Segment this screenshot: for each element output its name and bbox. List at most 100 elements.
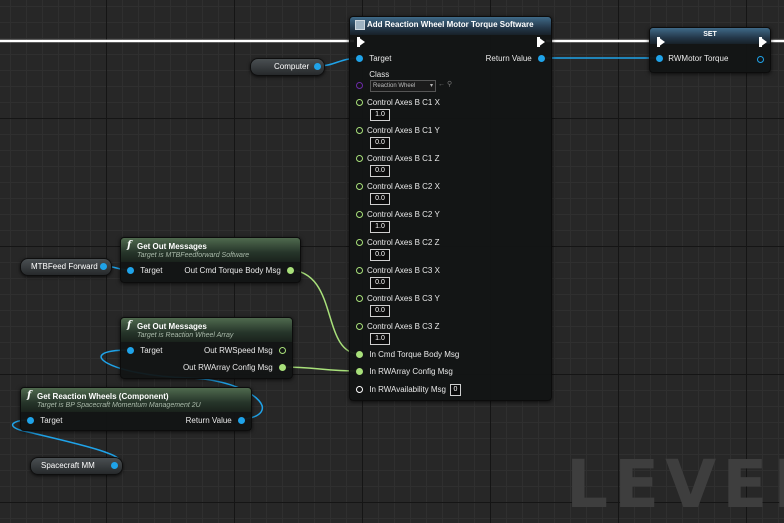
function-f-icon: f bbox=[27, 390, 32, 401]
control-axes-pin-row[interactable]: Control Axes B C3 Y bbox=[356, 293, 440, 305]
control-axes-pin[interactable] bbox=[356, 211, 363, 219]
exec-out-pin[interactable] bbox=[537, 37, 545, 47]
get-out-1-header[interactable]: f Get Out Messages Target is MTBFeedforw… bbox=[121, 238, 300, 262]
control-axes-value-input[interactable]: 1.0 bbox=[370, 333, 390, 345]
return-value-label: Return Value bbox=[485, 54, 532, 63]
set-rwmotor-torque-node[interactable]: SET RWMotor Torque bbox=[649, 27, 771, 73]
main-node-title: Add Reaction Wheel Motor Torque Software bbox=[367, 20, 534, 29]
control-axes-pin[interactable] bbox=[356, 295, 363, 303]
get-rw-target-label: Target bbox=[40, 416, 63, 425]
control-axes-pin-row[interactable]: Control Axes B C2 Z bbox=[356, 237, 439, 249]
control-axes-pin-row[interactable]: Control Axes B C3 Z bbox=[356, 321, 439, 333]
control-axes-label: Control Axes B C2 X bbox=[367, 182, 440, 191]
control-axes-pin-row[interactable]: Control Axes B C2 X bbox=[356, 181, 440, 193]
control-axes-pin-row[interactable]: Control Axes B C1 X bbox=[356, 97, 440, 109]
in-rwavailability-pin[interactable] bbox=[356, 386, 363, 394]
get-out-2-subtitle: Target is Reaction Wheel Array bbox=[137, 332, 234, 339]
in-rwarray-label: In RWArray Config Msg bbox=[369, 367, 453, 376]
target-label: Target bbox=[369, 54, 392, 63]
control-axes-value-input[interactable]: 0.0 bbox=[370, 249, 390, 261]
control-axes-pin[interactable] bbox=[356, 239, 363, 247]
set-exec-out-pin[interactable] bbox=[759, 37, 767, 47]
get-out-2-target-pin[interactable] bbox=[127, 347, 134, 355]
computer-out-pin[interactable] bbox=[314, 63, 321, 70]
control-axes-pin[interactable] bbox=[356, 183, 363, 191]
exec-in-pin[interactable] bbox=[357, 37, 365, 47]
control-axes-pin[interactable] bbox=[356, 155, 363, 163]
control-axes-label: Control Axes B C3 Z bbox=[367, 322, 440, 331]
return-value-pin[interactable] bbox=[538, 55, 545, 63]
get-out-2-config-pin[interactable] bbox=[279, 364, 286, 372]
mtbfeed-forward-variable-node[interactable]: MTBFeed Forward bbox=[20, 258, 112, 276]
computer-variable-node[interactable]: Computer bbox=[250, 58, 325, 76]
in-rwarray-pin-row[interactable]: In RWArray Config Msg bbox=[356, 366, 453, 378]
control-axes-pin[interactable] bbox=[356, 127, 363, 135]
get-out-1-target-label: Target bbox=[140, 266, 163, 275]
get-out-2-target-row[interactable]: Target bbox=[127, 345, 162, 357]
class-dropdown[interactable]: Reaction Wheel ▾ bbox=[370, 80, 436, 92]
browse-icons[interactable]: ← ⚲ bbox=[438, 80, 452, 88]
control-axes-pin[interactable] bbox=[356, 99, 363, 107]
return-value-pin-row[interactable]: Return Value bbox=[486, 53, 545, 65]
control-axes-value-input[interactable]: 1.0 bbox=[370, 221, 390, 233]
control-axes-label: Control Axes B C3 Y bbox=[367, 294, 440, 303]
in-cmd-torque-pin-row[interactable]: In Cmd Torque Body Msg bbox=[356, 349, 459, 361]
function-icon bbox=[355, 20, 365, 30]
get-rw-header[interactable]: f Get Reaction Wheels (Component) Target… bbox=[21, 388, 251, 412]
get-out-2-target-label: Target bbox=[140, 346, 163, 355]
set-var-in-pin[interactable] bbox=[656, 55, 663, 63]
get-out-2-speed-pin[interactable] bbox=[279, 347, 286, 355]
main-node-header[interactable]: Add Reaction Wheel Motor Torque Software bbox=[350, 17, 551, 35]
get-rw-return-row[interactable]: Return Value bbox=[186, 415, 245, 427]
control-axes-value-input[interactable]: 0.0 bbox=[370, 165, 390, 177]
get-rw-return-pin[interactable] bbox=[238, 417, 245, 425]
set-var-pin-row[interactable]: RWMotor Torque bbox=[656, 53, 728, 65]
control-axes-pin-row[interactable]: Control Axes B C1 Z bbox=[356, 153, 439, 165]
get-rw-title: Get Reaction Wheels (Component) bbox=[37, 392, 169, 401]
set-var-out-pin[interactable] bbox=[757, 56, 764, 63]
set-exec-in-pin[interactable] bbox=[657, 37, 665, 47]
in-rwavailability-pin-row[interactable]: In RWAvailability Msg bbox=[356, 384, 446, 396]
control-axes-value-input[interactable]: 0.0 bbox=[370, 193, 390, 205]
control-axes-pin[interactable] bbox=[356, 267, 363, 275]
set-title: SET bbox=[703, 31, 717, 38]
control-axes-value-input[interactable]: 0.0 bbox=[370, 305, 390, 317]
spacecraft-out-pin[interactable] bbox=[111, 462, 118, 469]
get-out-1-out-row[interactable]: Out Cmd Torque Body Msg bbox=[184, 265, 294, 277]
control-axes-label: Control Axes B C1 Y bbox=[367, 126, 440, 135]
get-out-1-target-row[interactable]: Target bbox=[127, 265, 162, 277]
get-out-messages-rwarray-node[interactable]: f Get Out Messages Target is Reaction Wh… bbox=[120, 317, 293, 379]
set-var-label: RWMotor Torque bbox=[668, 54, 729, 63]
control-axes-pin-row[interactable]: Control Axes B C2 Y bbox=[356, 209, 440, 221]
control-axes-pin-row[interactable]: Control Axes B C3 X bbox=[356, 265, 440, 277]
control-axes-pin[interactable] bbox=[356, 323, 363, 331]
class-pin-icon[interactable] bbox=[356, 82, 363, 89]
add-reaction-wheel-motor-torque-node[interactable]: Add Reaction Wheel Motor Torque Software… bbox=[349, 16, 552, 401]
get-out-2-config-row[interactable]: Out RWArray Config Msg bbox=[183, 362, 286, 374]
spacecraft-label: Spacecraft MM bbox=[41, 461, 95, 470]
control-axes-value-input[interactable]: 0.0 bbox=[370, 277, 390, 289]
control-axes-label: Control Axes B C2 Y bbox=[367, 210, 440, 219]
mtbfeed-out-pin[interactable] bbox=[100, 263, 107, 270]
set-node-header[interactable]: SET bbox=[650, 28, 770, 44]
get-out-1-target-pin[interactable] bbox=[127, 267, 134, 275]
get-out-1-out-pin[interactable] bbox=[287, 267, 294, 275]
in-cmd-torque-pin[interactable] bbox=[356, 351, 363, 359]
get-out-2-speed-row[interactable]: Out RWSpeed Msg bbox=[204, 345, 286, 357]
get-rw-target-row[interactable]: Target bbox=[27, 415, 62, 427]
in-cmd-torque-label: In Cmd Torque Body Msg bbox=[369, 350, 460, 359]
target-pin-row[interactable]: Target bbox=[356, 53, 391, 65]
control-axes-value-input[interactable]: 1.0 bbox=[370, 109, 390, 121]
get-reaction-wheels-component-node[interactable]: f Get Reaction Wheels (Component) Target… bbox=[20, 387, 252, 431]
get-rw-target-pin[interactable] bbox=[27, 417, 34, 425]
in-rwarray-pin[interactable] bbox=[356, 368, 363, 376]
control-axes-value-input[interactable]: 0.0 bbox=[370, 137, 390, 149]
get-out-2-header[interactable]: f Get Out Messages Target is Reaction Wh… bbox=[121, 318, 292, 342]
spacecraft-mm-variable-node[interactable]: Spacecraft MM bbox=[30, 457, 123, 475]
target-pin[interactable] bbox=[356, 55, 363, 63]
control-axes-pin-row[interactable]: Control Axes B C1 Y bbox=[356, 125, 440, 137]
get-out-2-config-label: Out RWArray Config Msg bbox=[182, 363, 273, 372]
class-label: Class bbox=[369, 70, 390, 79]
get-out-messages-mtbfeed-node[interactable]: f Get Out Messages Target is MTBFeedforw… bbox=[120, 237, 301, 283]
in-rwavailability-input[interactable]: 0 bbox=[450, 384, 461, 396]
